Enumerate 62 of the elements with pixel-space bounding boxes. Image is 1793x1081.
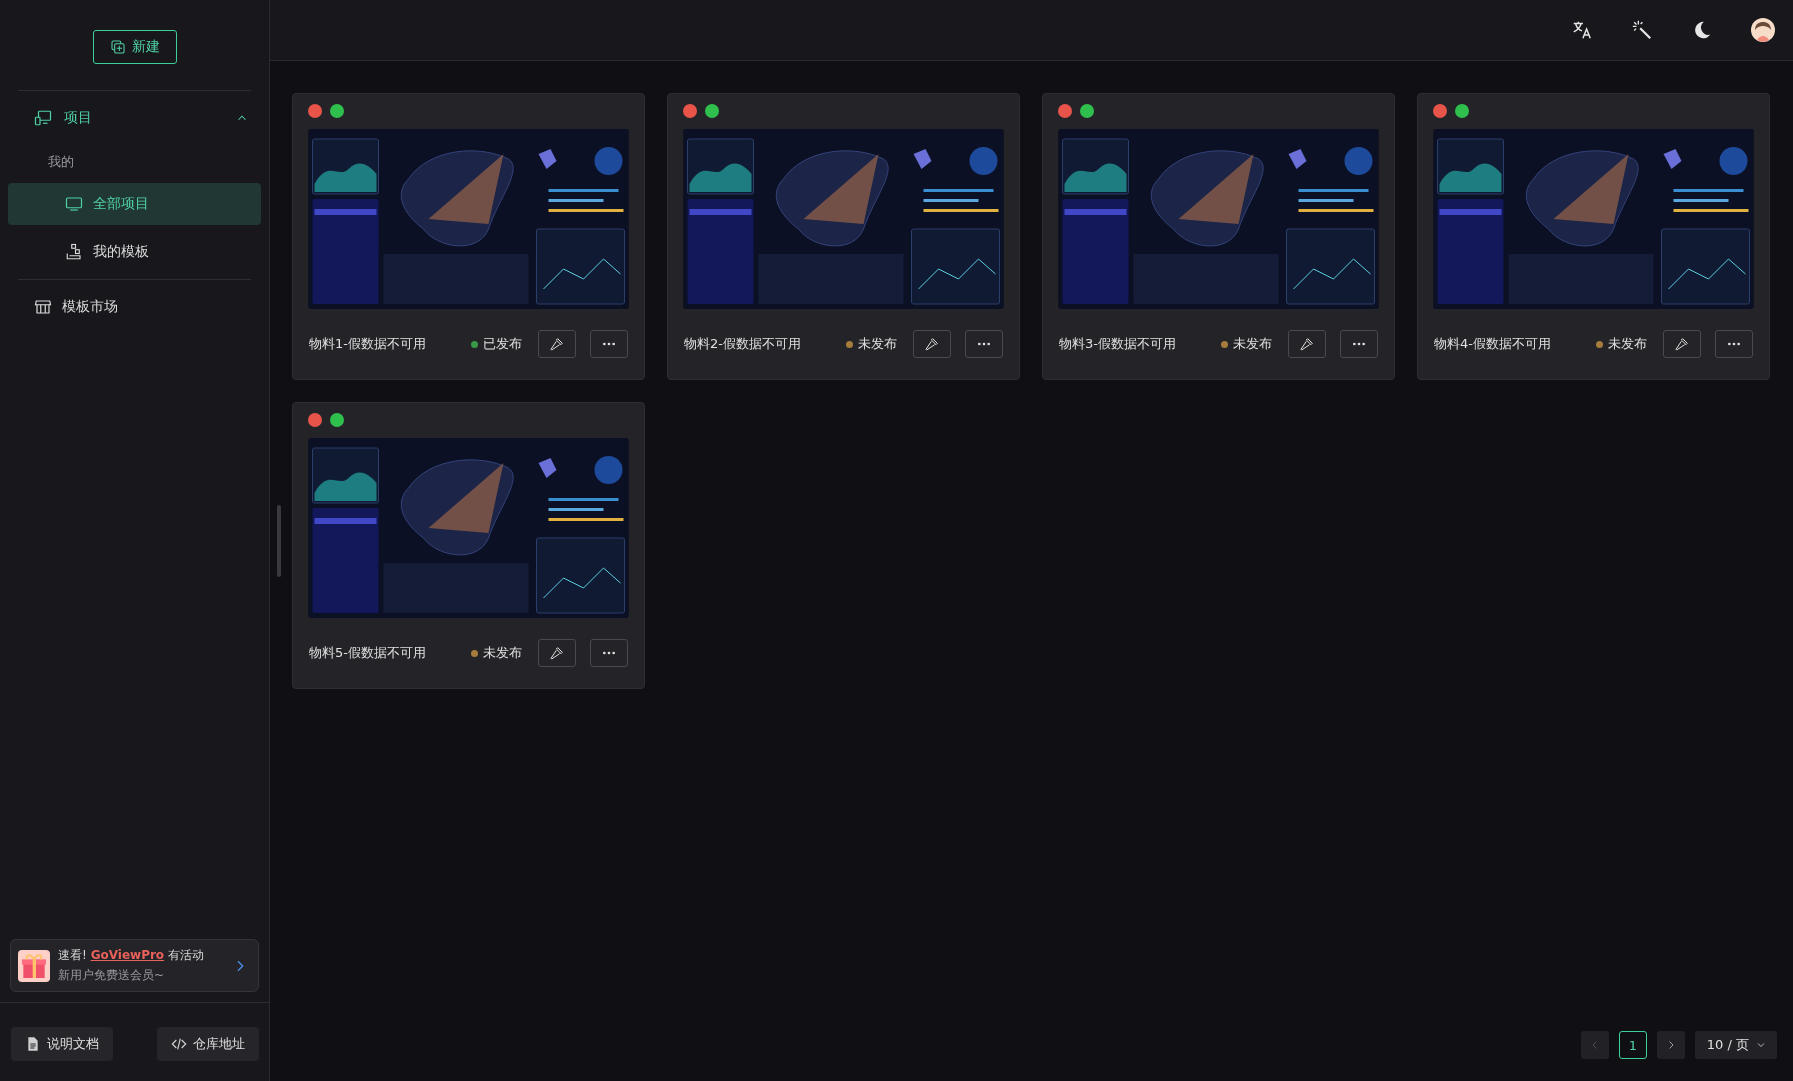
expand-dot[interactable] bbox=[330, 104, 344, 118]
project-card[interactable]: 物料5-假数据不可用 未发布 bbox=[292, 402, 645, 689]
menu-item[interactable]: 我的模板 bbox=[8, 231, 261, 273]
scrollbar-handle[interactable] bbox=[277, 505, 281, 577]
status-label: 未发布 bbox=[858, 335, 897, 353]
close-dot[interactable] bbox=[308, 104, 322, 118]
close-dot[interactable] bbox=[1433, 104, 1447, 118]
gift-icon bbox=[18, 949, 50, 982]
edit-button[interactable] bbox=[1663, 330, 1701, 358]
page-button[interactable]: 1 bbox=[1618, 1031, 1647, 1059]
project-card[interactable]: 物料1-假数据不可用 已发布 bbox=[292, 93, 645, 380]
edit-button[interactable] bbox=[538, 330, 576, 358]
project-title: 物料2-假数据不可用 bbox=[684, 335, 802, 353]
menu-item[interactable]: 模板市场 bbox=[8, 280, 261, 334]
status-label: 未发布 bbox=[483, 644, 522, 662]
project-card[interactable]: 物料4-假数据不可用 未发布 bbox=[1417, 93, 1770, 380]
promo-title: 速看! GoViewPro 有活动 bbox=[58, 947, 205, 964]
footer-button[interactable]: 说明文档 bbox=[11, 1027, 113, 1061]
promo-subtitle: 新用户免费送会员~ bbox=[58, 967, 166, 984]
project-card[interactable]: 物料3-假数据不可用 未发布 bbox=[1042, 93, 1395, 380]
status-label: 未发布 bbox=[1233, 335, 1272, 353]
magic-wand-icon[interactable] bbox=[1631, 19, 1653, 41]
project-title: 物料5-假数据不可用 bbox=[309, 644, 427, 662]
menu-group-header[interactable]: 项目 bbox=[0, 91, 269, 145]
edit-button[interactable] bbox=[1288, 330, 1326, 358]
expand-dot[interactable] bbox=[1455, 104, 1469, 118]
monitor-icon bbox=[65, 195, 83, 213]
project-card[interactable]: 物料2-假数据不可用 未发布 bbox=[667, 93, 1020, 380]
hammer-icon bbox=[1674, 336, 1690, 352]
hammer-icon bbox=[549, 645, 565, 661]
project-title: 物料4-假数据不可用 bbox=[1434, 335, 1552, 353]
expand-dot[interactable] bbox=[705, 104, 719, 118]
expand-dot[interactable] bbox=[1080, 104, 1094, 118]
close-dot[interactable] bbox=[1058, 104, 1072, 118]
page-size-select[interactable]: 10 / 页 bbox=[1694, 1031, 1777, 1059]
project-title: 物料1-假数据不可用 bbox=[309, 335, 427, 353]
edit-button[interactable] bbox=[538, 639, 576, 667]
hammer-icon bbox=[924, 336, 940, 352]
expand-dot[interactable] bbox=[330, 413, 344, 427]
promo-card[interactable]: 速看! GoViewPro 有活动 新用户免费送会员~ bbox=[10, 939, 259, 992]
add-icon bbox=[109, 39, 126, 55]
status-label: 未发布 bbox=[1608, 335, 1647, 353]
hammer-icon bbox=[549, 336, 565, 352]
translate-icon[interactable] bbox=[1571, 19, 1593, 41]
store-icon bbox=[34, 298, 52, 316]
close-dot[interactable] bbox=[683, 104, 697, 118]
new-button[interactable]: 新建 bbox=[92, 30, 177, 64]
menu-label: 项目 bbox=[64, 109, 93, 127]
project-title: 物料3-假数据不可用 bbox=[1059, 335, 1177, 353]
menu-item[interactable]: 全部项目 bbox=[8, 183, 261, 225]
menu-heading: 我的 bbox=[47, 153, 75, 171]
blocks-icon bbox=[65, 243, 83, 261]
code-icon bbox=[171, 1036, 187, 1052]
devices-icon bbox=[34, 109, 52, 127]
footer-button[interactable]: 仓库地址 bbox=[157, 1027, 259, 1061]
close-dot[interactable] bbox=[308, 413, 322, 427]
document-icon bbox=[25, 1036, 41, 1052]
hammer-icon bbox=[1299, 336, 1315, 352]
promo-link[interactable]: GoViewPro bbox=[90, 948, 165, 962]
status-label: 已发布 bbox=[483, 335, 522, 353]
avatar-icon[interactable] bbox=[1751, 18, 1775, 42]
edit-button[interactable] bbox=[913, 330, 951, 358]
